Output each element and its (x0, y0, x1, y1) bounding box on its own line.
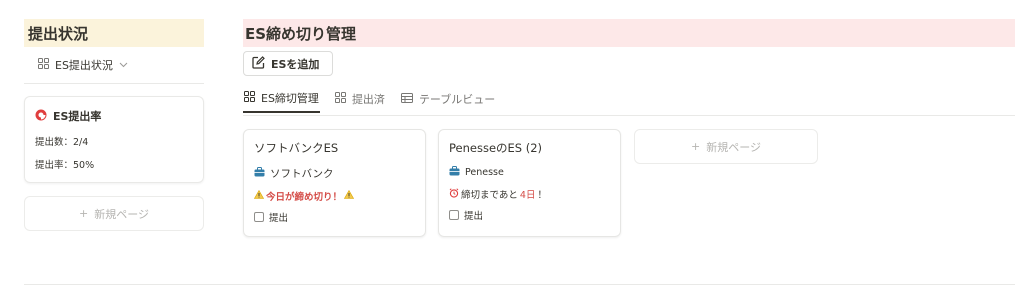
stat-card[interactable]: ES提出率 提出数：2/4 提出率：50% (24, 96, 204, 183)
submitted-checkbox[interactable]: 提出 (449, 208, 610, 222)
left-section-title: 提出状況 (24, 19, 204, 47)
new-page-button[interactable]: + 新規ページ (24, 196, 204, 231)
warning-icon (343, 189, 355, 202)
chevron-down-icon (119, 60, 128, 71)
board-icon (334, 92, 346, 106)
new-page-button[interactable]: + 新規ページ (634, 129, 818, 164)
countdown-prefix: 締切まであと (461, 190, 518, 201)
plus-icon: + (79, 207, 89, 220)
pie-chart-icon (35, 109, 47, 124)
deadline-warning-text: 今日が締め切り！ (266, 192, 343, 203)
submission-rate: 提出率：50% (35, 160, 95, 171)
checkbox-label: 提出 (464, 211, 484, 222)
countdown-suffix: ！ (537, 190, 547, 201)
briefcase-icon (254, 167, 265, 180)
tab-label: テーブルビュー (418, 93, 496, 106)
new-page-label: 新規ページ (706, 140, 761, 154)
checkbox-label: 提出 (269, 213, 289, 224)
card-title: PenesseのES (2) (449, 141, 543, 155)
submission-count: 提出数：2/4 (35, 137, 89, 148)
tab-label: ES締切管理 (261, 92, 319, 105)
add-es-button-label: ESを追加 (271, 57, 320, 71)
card-company: Penesse (465, 167, 504, 178)
board-icon (244, 91, 255, 105)
tab-table-view[interactable]: テーブルビュー (400, 85, 496, 113)
alarm-clock-icon (449, 187, 459, 201)
tab-submitted[interactable]: 提出済 (334, 85, 386, 113)
page-title: ES締め切り管理 (243, 19, 1015, 47)
board-icon (38, 58, 49, 72)
es-card[interactable]: ソフトバンクES ソフトバンク 今日が締め切り！ 提出 (243, 129, 426, 237)
tab-label: 提出済 (351, 93, 385, 106)
es-card[interactable]: PenesseのES (2) Penesse 締切まであと 4日！ 提出 (438, 129, 621, 237)
divider (243, 115, 1015, 116)
divider (24, 83, 204, 84)
countdown-days: 4日 (519, 190, 536, 201)
new-page-label: 新規ページ (94, 207, 149, 221)
edit-icon (252, 55, 265, 72)
checkbox[interactable] (254, 212, 264, 222)
table-icon (400, 92, 413, 106)
warning-icon (253, 189, 265, 202)
card-company: ソフトバンク (270, 168, 334, 180)
card-title: ソフトバンクES (254, 141, 339, 155)
stat-card-title: ES提出率 (53, 110, 102, 123)
tab-es-deadline[interactable]: ES締切管理 (243, 85, 320, 113)
plus-icon: + (691, 140, 701, 153)
deadline-countdown: 締切まであと 4日！ (449, 187, 610, 201)
submitted-checkbox[interactable]: 提出 (254, 210, 415, 224)
view-tabs: ES締切管理 提出済 テーブルビュー (243, 85, 496, 115)
view-selector[interactable]: ES提出状況 (38, 57, 128, 73)
checkbox[interactable] (449, 210, 459, 220)
add-es-button[interactable]: ESを追加 (243, 51, 333, 76)
briefcase-icon (449, 166, 460, 179)
view-selector-label: ES提出状況 (55, 59, 113, 72)
deadline-warning: 今日が締め切り！ (253, 189, 415, 203)
